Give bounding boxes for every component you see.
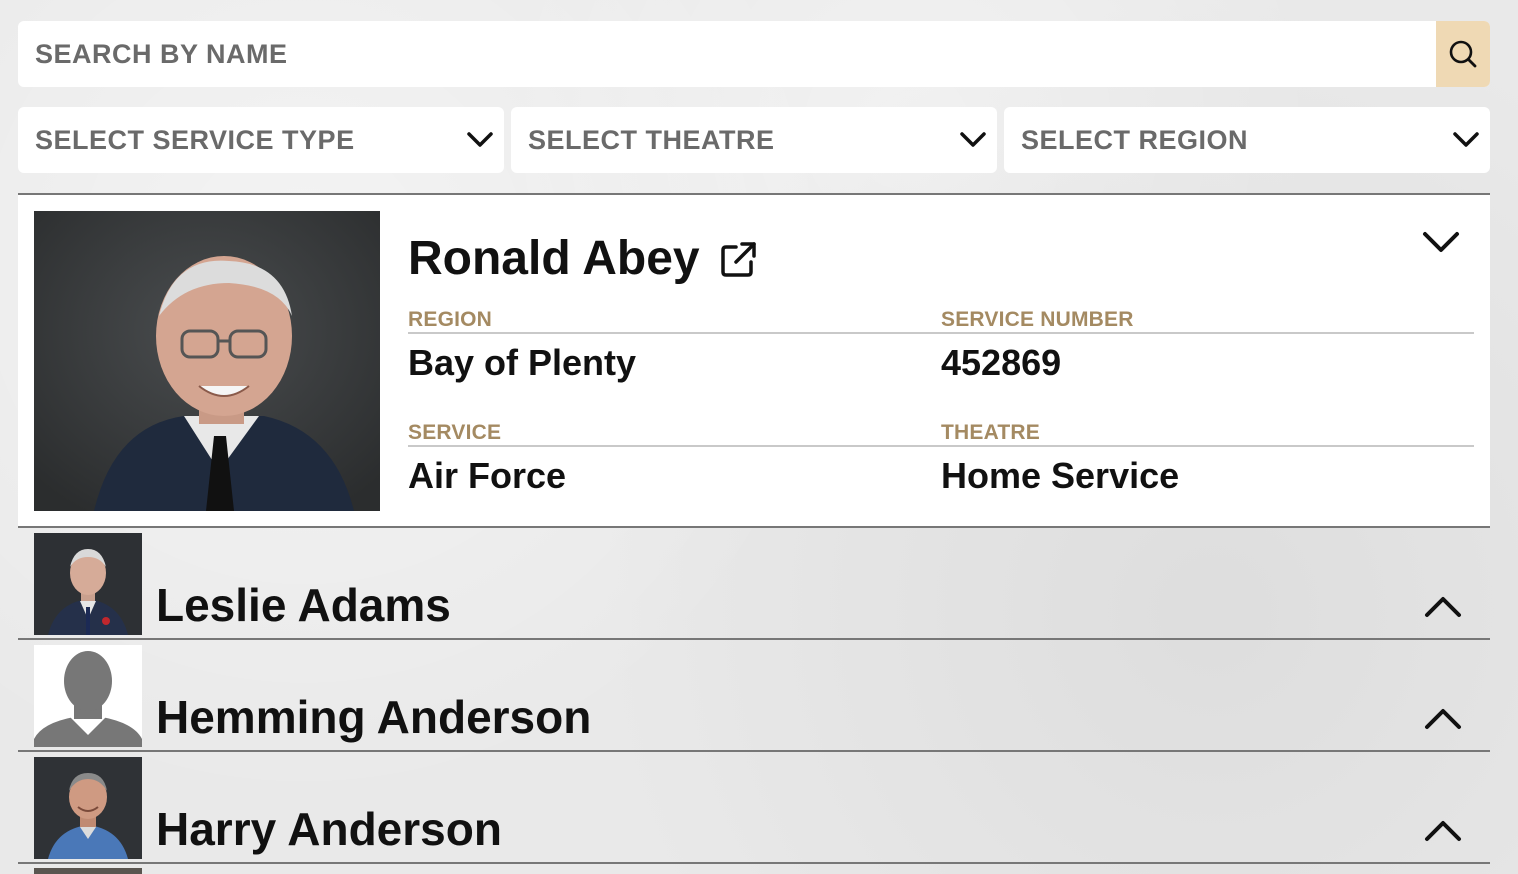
chevron-down-icon [960, 132, 986, 147]
field-value: Home Service [941, 455, 1180, 496]
veteran-thumbnail [34, 533, 142, 635]
chevron-up-icon[interactable] [1424, 818, 1462, 842]
field-theatre: THEATRE Home Service [941, 418, 1474, 497]
veteran-name: Ronald Abey [408, 232, 700, 285]
field-service: SERVICE Air Force [408, 418, 941, 497]
veteran-row[interactable]: Leslie Adams [18, 528, 1490, 640]
search-icon [1449, 40, 1477, 68]
field-region: REGION Bay of Plenty [408, 305, 941, 384]
region-select[interactable]: SELECT REGION [1004, 107, 1490, 173]
veteran-name: Leslie Adams [156, 579, 451, 631]
theatre-label: SELECT THEATRE [528, 124, 775, 155]
veteran-row[interactable]: Hemming Anderson [18, 640, 1490, 752]
field-label: SERVICE NUMBER [941, 305, 1474, 334]
veteran-name: Harry Anderson [156, 803, 502, 855]
veteran-portrait [34, 211, 380, 511]
service-type-select[interactable]: SELECT SERVICE TYPE [18, 107, 504, 173]
next-row-peek [34, 868, 142, 874]
field-service-number: SERVICE NUMBER 452869 [941, 305, 1474, 384]
field-value: 452869 [941, 342, 1062, 383]
veteran-thumbnail [34, 757, 142, 859]
field-label: THEATRE [941, 418, 1474, 447]
chevron-up-icon[interactable] [1424, 594, 1462, 618]
search-input[interactable] [18, 21, 1436, 87]
chevron-down-icon [1423, 232, 1459, 252]
veteran-row[interactable]: Harry Anderson [18, 752, 1490, 864]
search-bar [18, 21, 1490, 87]
field-label: REGION [408, 305, 941, 334]
field-value: Air Force [408, 455, 567, 496]
collapse-toggle[interactable] [1422, 231, 1460, 260]
service-type-label: SELECT SERVICE TYPE [35, 124, 355, 155]
field-label: SERVICE [408, 418, 941, 447]
chevron-down-icon [1453, 132, 1479, 147]
veteran-name: Hemming Anderson [156, 691, 592, 743]
chevron-down-icon [467, 132, 493, 147]
chevron-up-icon[interactable] [1424, 706, 1462, 730]
search-button[interactable] [1436, 21, 1490, 87]
veteran-card-expanded: Ronald Abey REGION Bay of Plenty SERVICE… [18, 193, 1490, 528]
theatre-select[interactable]: SELECT THEATRE [511, 107, 997, 173]
field-value: Bay of Plenty [408, 342, 637, 383]
placeholder-avatar-icon [34, 645, 142, 747]
card-header: Ronald Abey [408, 231, 758, 286]
region-label: SELECT REGION [1021, 124, 1249, 155]
external-link-icon[interactable] [720, 240, 758, 278]
